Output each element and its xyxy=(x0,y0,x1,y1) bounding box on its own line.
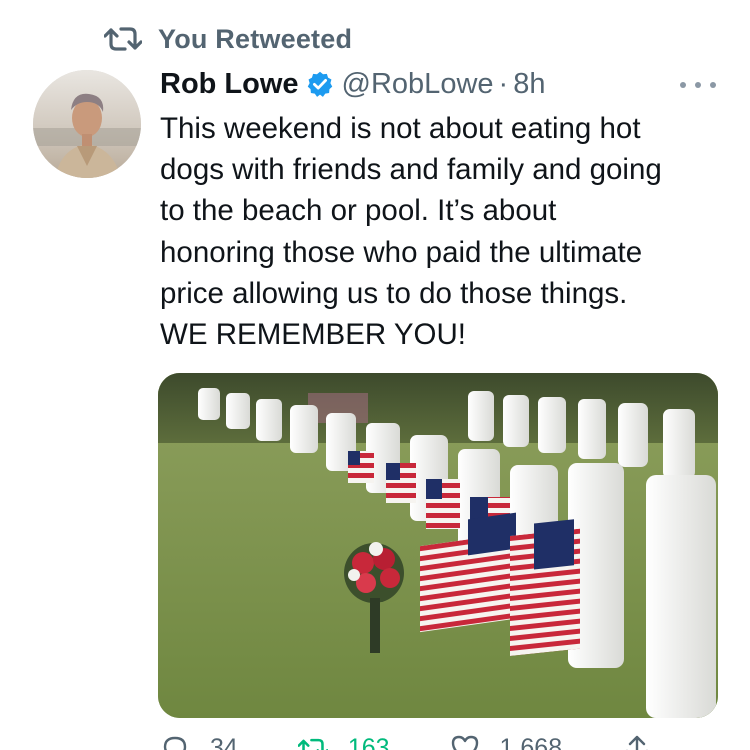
tweet-header: Rob Lowe @RobLowe · 8h xyxy=(160,64,545,104)
like-button[interactable]: 1,668 xyxy=(450,733,563,750)
avatar[interactable] xyxy=(33,70,141,178)
tweet-text-line: dogs with friends and family and going xyxy=(160,153,662,187)
reply-icon xyxy=(163,736,187,750)
tweet-text-line: to the beach or pool. It’s about xyxy=(160,194,557,228)
heart-icon xyxy=(451,735,478,750)
retweet-icon xyxy=(297,738,328,750)
tweet-media-photo[interactable] xyxy=(158,373,718,718)
reply-count: 34 xyxy=(210,733,238,750)
tweet-text: This weekend is not about eating hot dog… xyxy=(160,108,735,355)
retweet-banner-label: You Retweeted xyxy=(158,23,353,54)
author-name[interactable]: Rob Lowe xyxy=(160,68,299,101)
tweet-text-line: price allowing us to do those things. xyxy=(160,276,628,310)
tweet-timestamp[interactable]: 8h xyxy=(513,68,545,101)
retweet-banner: You Retweeted xyxy=(104,22,352,56)
tweet-text-line: This weekend is not about eating hot xyxy=(160,112,641,145)
share-icon xyxy=(626,735,648,750)
more-dot xyxy=(680,82,686,88)
like-count: 1,668 xyxy=(499,733,563,750)
more-options-icon[interactable] xyxy=(680,80,716,90)
tweet-action-bar: 34 163 1,668 xyxy=(160,733,648,750)
retweet-button[interactable]: 163 xyxy=(297,733,390,750)
retweet-icon xyxy=(104,27,142,51)
separator-dot: · xyxy=(498,67,509,100)
more-dot xyxy=(695,82,701,88)
share-button[interactable] xyxy=(622,733,652,750)
author-handle[interactable]: @RobLowe xyxy=(342,68,494,101)
tweet-text-line: WE REMEMBER YOU! xyxy=(160,318,466,352)
verified-badge-icon xyxy=(307,71,332,97)
reply-button[interactable]: 34 xyxy=(160,733,238,750)
tweet-text-line: honoring those who paid the ultimate xyxy=(160,235,643,269)
more-dot xyxy=(710,82,716,88)
retweet-count: 163 xyxy=(347,733,390,750)
